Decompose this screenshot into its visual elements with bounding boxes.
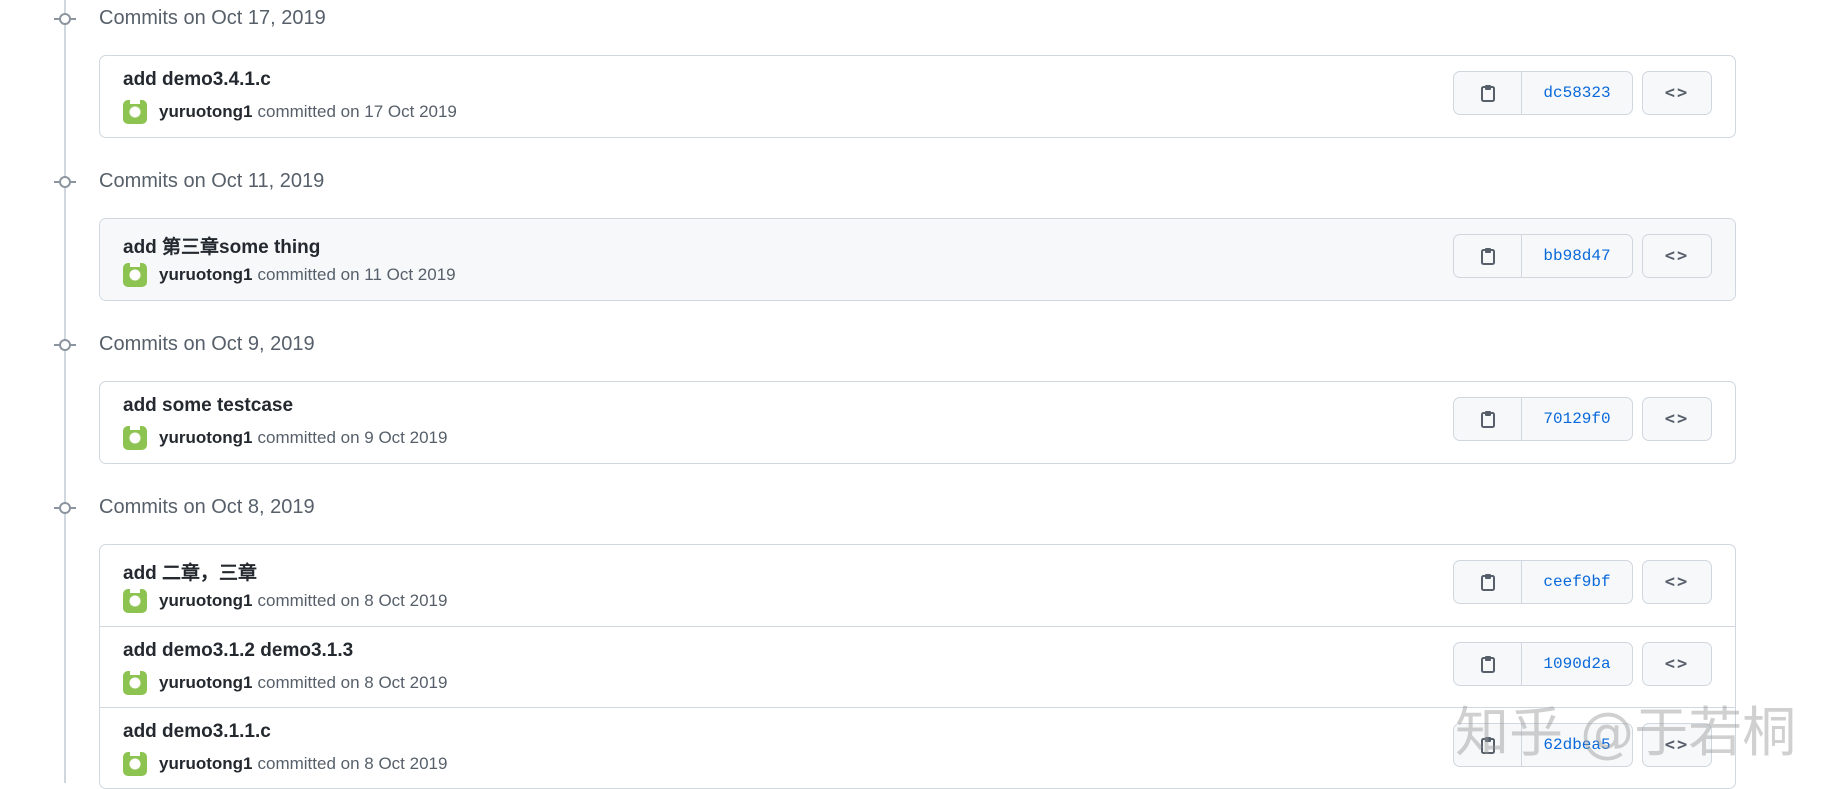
commit-group: Commits on Oct 8, 2019 add 二章，三章 yuruoto…: [0, 489, 1824, 789]
committed-date: committed on 17 Oct 2019: [257, 102, 457, 121]
commit-node-icon: [54, 338, 76, 352]
commit-list: add 二章，三章 yuruotong1 committed on 8 Oct …: [99, 544, 1736, 789]
group-header: Commits on Oct 17, 2019: [0, 0, 1824, 38]
commit-row: add demo3.4.1.c yuruotong1 committed on …: [100, 56, 1735, 137]
commit-message-link[interactable]: add demo3.1.1.c: [123, 721, 271, 743]
sha-button-group: dc58323: [1453, 71, 1633, 115]
copy-sha-button[interactable]: [1454, 235, 1522, 277]
copy-sha-button[interactable]: [1454, 398, 1522, 440]
browse-repo-button[interactable]: <>: [1642, 71, 1712, 115]
commit-row: add some testcase yuruotong1 committed o…: [100, 382, 1735, 463]
commit-node-icon: [54, 12, 76, 26]
sha-button-group: 70129f0: [1453, 397, 1633, 441]
clipboard-icon: [1480, 574, 1495, 591]
group-title: Commits on Oct 9, 2019: [99, 333, 315, 355]
commit-meta: yuruotong1 committed on 9 Oct 2019: [123, 426, 447, 450]
commit-row: add demo3.1.1.c yuruotong1 committed on …: [100, 707, 1735, 788]
commit-group: Commits on Oct 17, 2019 add demo3.4.1.c …: [0, 0, 1824, 138]
sha-link[interactable]: 1090d2a: [1522, 643, 1632, 685]
sha-link[interactable]: ceef9bf: [1522, 561, 1632, 603]
commit-group: Commits on Oct 11, 2019 add 第三章some thin…: [0, 163, 1824, 301]
commit-meta: yuruotong1 committed on 8 Oct 2019: [123, 752, 447, 776]
author-link[interactable]: yuruotong1: [159, 265, 253, 285]
commit-node-icon: [54, 501, 76, 515]
sha-button-group: bb98d47: [1453, 234, 1633, 278]
commit-list: add demo3.4.1.c yuruotong1 committed on …: [99, 55, 1736, 138]
author-link[interactable]: yuruotong1: [159, 673, 253, 693]
sha-button-group: ceef9bf: [1453, 560, 1633, 604]
commit-message-link[interactable]: add 二章，三章: [123, 558, 257, 585]
committed-date: committed on 9 Oct 2019: [257, 428, 448, 447]
author-link[interactable]: yuruotong1: [159, 591, 253, 611]
commit-row: add demo3.1.2 demo3.1.3 yuruotong1 commi…: [100, 626, 1735, 707]
avatar[interactable]: [123, 671, 147, 695]
commit-meta: yuruotong1 committed on 17 Oct 2019: [123, 100, 457, 124]
avatar[interactable]: [123, 752, 147, 776]
commit-list: add some testcase yuruotong1 committed o…: [99, 381, 1736, 464]
sha-button-group: 1090d2a: [1453, 642, 1633, 686]
commit-node-icon: [54, 175, 76, 189]
copy-sha-button[interactable]: [1454, 724, 1522, 766]
copy-sha-button[interactable]: [1454, 561, 1522, 603]
committed-date: committed on 11 Oct 2019: [257, 265, 456, 284]
clipboard-icon: [1480, 737, 1495, 754]
browse-repo-button[interactable]: <>: [1642, 397, 1712, 441]
group-title: Commits on Oct 8, 2019: [99, 496, 315, 518]
commit-message-link[interactable]: add some testcase: [123, 395, 293, 417]
commit-group: Commits on Oct 9, 2019 add some testcase…: [0, 326, 1824, 464]
committed-date: committed on 8 Oct 2019: [257, 673, 448, 692]
timeline-line: [64, 0, 66, 783]
commit-row: add 第三章some thing yuruotong1 committed o…: [100, 219, 1735, 300]
sha-link[interactable]: dc58323: [1522, 72, 1632, 114]
browse-repo-button[interactable]: <>: [1642, 723, 1712, 767]
avatar[interactable]: [123, 263, 147, 287]
commit-meta: yuruotong1 committed on 11 Oct 2019: [123, 263, 456, 287]
author-link[interactable]: yuruotong1: [159, 102, 253, 122]
clipboard-icon: [1480, 85, 1495, 102]
clipboard-icon: [1480, 411, 1495, 428]
clipboard-icon: [1480, 656, 1495, 673]
group-header: Commits on Oct 9, 2019: [0, 326, 1824, 364]
group-header: Commits on Oct 8, 2019: [0, 489, 1824, 527]
avatar[interactable]: [123, 100, 147, 124]
group-title: Commits on Oct 11, 2019: [99, 170, 325, 192]
commit-meta: yuruotong1 committed on 8 Oct 2019: [123, 671, 447, 695]
sha-link[interactable]: 62dbea5: [1522, 724, 1632, 766]
author-link[interactable]: yuruotong1: [159, 428, 253, 448]
commit-meta: yuruotong1 committed on 8 Oct 2019: [123, 589, 447, 613]
clipboard-icon: [1480, 248, 1495, 265]
browse-repo-button[interactable]: <>: [1642, 234, 1712, 278]
commit-message-link[interactable]: add 第三章some thing: [123, 232, 320, 259]
group-header: Commits on Oct 11, 2019: [0, 163, 1824, 201]
group-title: Commits on Oct 17, 2019: [99, 7, 326, 29]
avatar[interactable]: [123, 426, 147, 450]
committed-date: committed on 8 Oct 2019: [257, 591, 448, 610]
sha-link[interactable]: 70129f0: [1522, 398, 1632, 440]
commit-row: add 二章，三章 yuruotong1 committed on 8 Oct …: [100, 545, 1735, 626]
commit-list: add 第三章some thing yuruotong1 committed o…: [99, 218, 1736, 301]
avatar[interactable]: [123, 589, 147, 613]
browse-repo-button[interactable]: <>: [1642, 560, 1712, 604]
commit-message-link[interactable]: add demo3.4.1.c: [123, 69, 271, 91]
browse-repo-button[interactable]: <>: [1642, 642, 1712, 686]
committed-date: committed on 8 Oct 2019: [257, 754, 448, 773]
copy-sha-button[interactable]: [1454, 72, 1522, 114]
sha-link[interactable]: bb98d47: [1522, 235, 1632, 277]
sha-button-group: 62dbea5: [1453, 723, 1633, 767]
author-link[interactable]: yuruotong1: [159, 754, 253, 774]
commit-message-link[interactable]: add demo3.1.2 demo3.1.3: [123, 640, 353, 662]
copy-sha-button[interactable]: [1454, 643, 1522, 685]
